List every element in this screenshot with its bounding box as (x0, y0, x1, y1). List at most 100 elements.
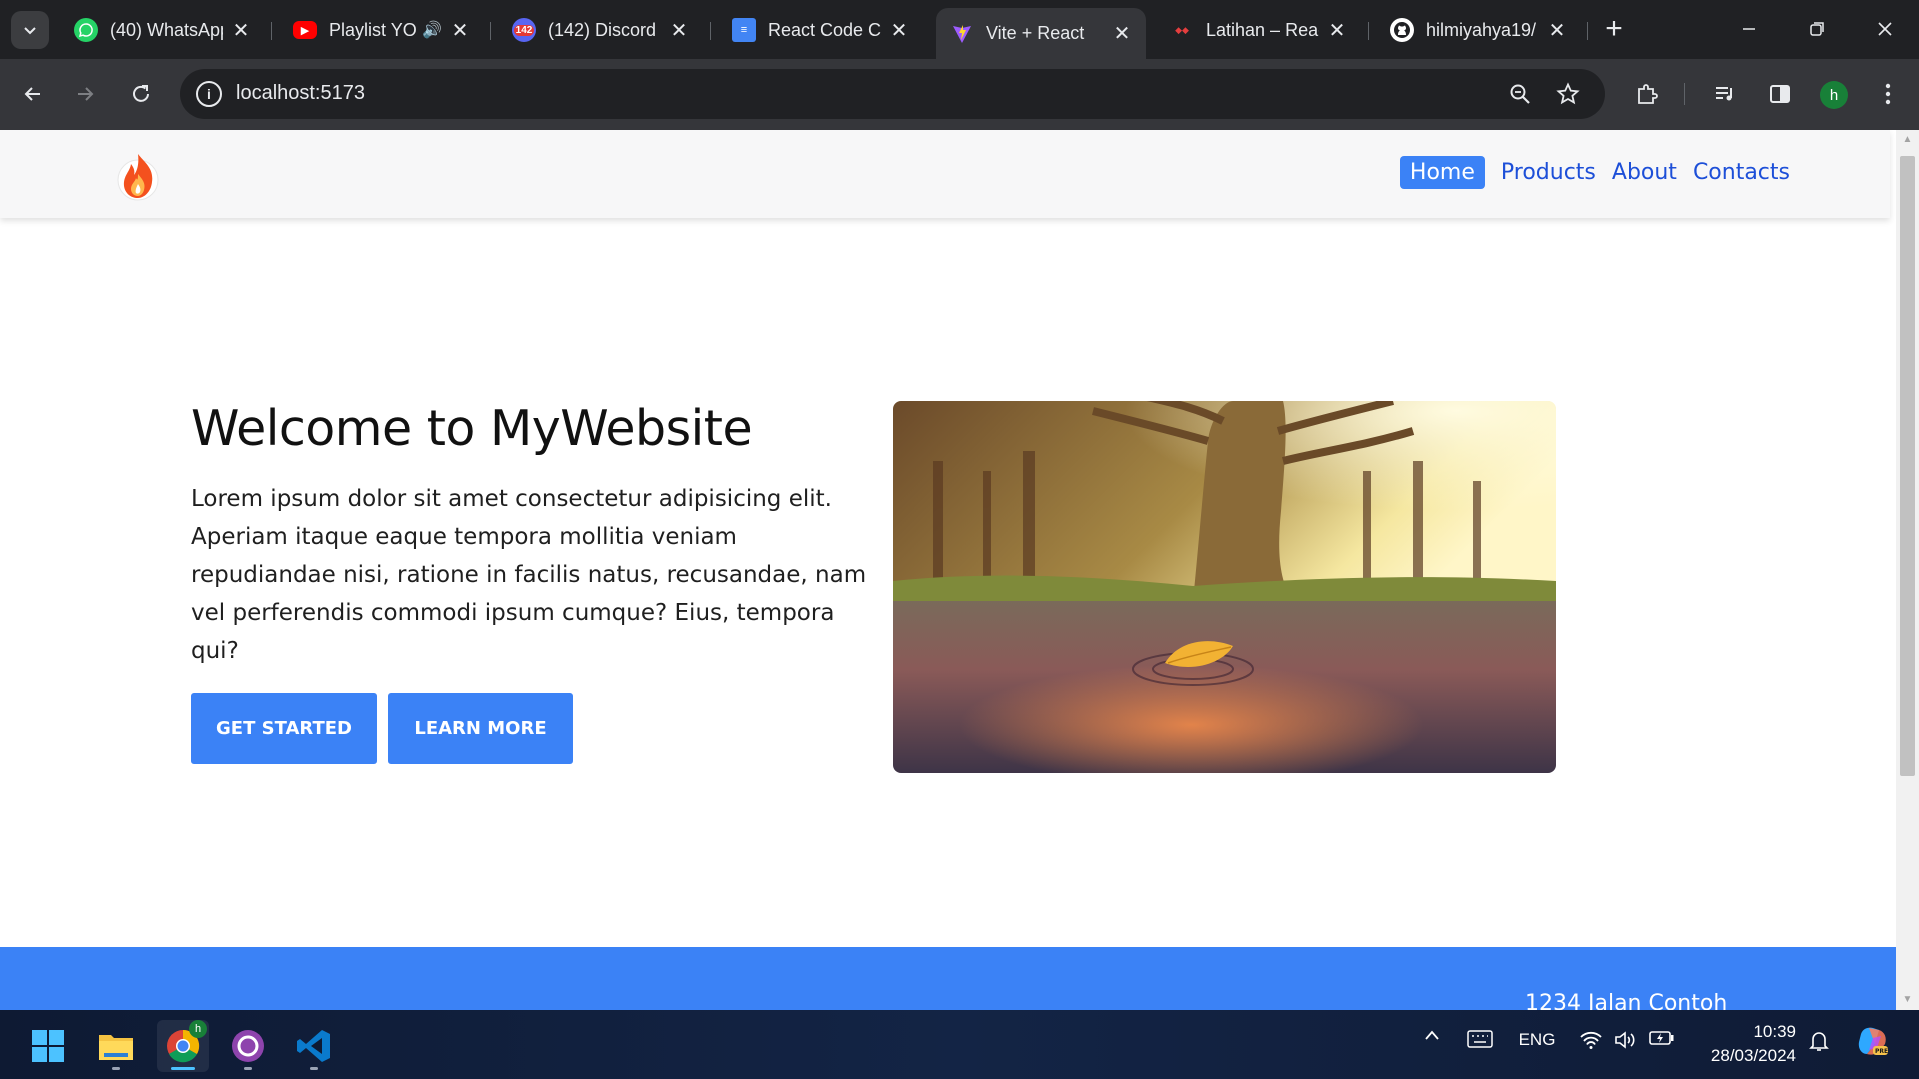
learn-more-button[interactable]: LEARN MORE (388, 693, 573, 764)
chevron-down-icon (24, 27, 36, 35)
tab-react-code[interactable]: ≡ React Code C ✕ (718, 10, 923, 50)
scrollbar-thumb[interactable] (1900, 156, 1915, 776)
side-panel-icon[interactable] (1761, 75, 1799, 113)
reload-button[interactable] (122, 75, 160, 113)
keyboard-icon[interactable] (1466, 1030, 1494, 1048)
site-favicon-icon: ◆◆ (1175, 24, 1189, 35)
volume-icon[interactable] (1612, 1030, 1638, 1050)
tab-title: (40) WhatsApp (110, 19, 223, 40)
hero-image-forest-pond (893, 401, 1556, 773)
extensions-icon[interactable] (1628, 75, 1666, 113)
running-indicator (310, 1067, 318, 1070)
nav-link-about[interactable]: About (1612, 156, 1677, 189)
tab-latihan-react[interactable]: ◆◆ Latihan – Reac ✕ (1156, 10, 1361, 50)
get-started-button[interactable]: GET STARTED (191, 693, 377, 764)
url-text[interactable]: localhost:5173 (236, 82, 365, 105)
tab-close-icon[interactable]: ✕ (1112, 21, 1132, 46)
minimize-icon (1743, 28, 1755, 30)
windows-taskbar: h ENG 10:39 28/03/2024 PRE (0, 1010, 1919, 1079)
tab-close-icon[interactable]: ✕ (450, 18, 470, 43)
youtube-icon: ▶ (293, 21, 317, 39)
tab-close-icon[interactable]: ✕ (1547, 18, 1567, 43)
taskbar-vscode[interactable] (288, 1020, 340, 1072)
windows-logo-icon (32, 1030, 64, 1062)
nav-link-contacts[interactable]: Contacts (1693, 156, 1790, 189)
tab-title: Latihan – Reac (1206, 19, 1319, 40)
close-icon (1878, 22, 1892, 36)
tab-divider (710, 22, 711, 40)
site-info-icon[interactable]: i (196, 81, 222, 107)
tab-divider (1368, 22, 1369, 40)
language-indicator[interactable]: ENG (1514, 1030, 1560, 1050)
scroll-down-arrow-icon[interactable]: ▼ (1896, 990, 1919, 1010)
folder-icon (99, 1035, 133, 1060)
page-viewport: Home Products About Contacts Welcome to … (0, 130, 1896, 1010)
system-clock[interactable]: 10:39 28/03/2024 (1700, 1020, 1796, 1068)
taskbar-chrome[interactable]: h (157, 1020, 209, 1072)
show-hidden-icons[interactable] (1420, 1030, 1444, 1040)
clock-time: 10:39 (1753, 1022, 1796, 1041)
tab-title: React Code C (768, 19, 881, 40)
tab-close-icon[interactable]: ✕ (1327, 18, 1347, 43)
running-indicator (244, 1067, 252, 1070)
hero-title: Welcome to MyWebsite (191, 400, 753, 457)
flame-logo-icon[interactable] (114, 148, 162, 202)
battery-charging-icon[interactable] (1648, 1030, 1676, 1046)
notifications-bell-icon[interactable] (1806, 1030, 1832, 1052)
github-desktop-icon (232, 1030, 264, 1062)
whatsapp-icon (74, 18, 98, 42)
windows-start-button[interactable] (22, 1020, 74, 1072)
chevron-up-icon (1425, 1030, 1439, 1040)
active-indicator (171, 1067, 195, 1070)
back-button[interactable] (14, 75, 52, 113)
nav-link-home[interactable]: Home (1399, 156, 1485, 189)
clock-date: 28/03/2024 (1710, 1046, 1796, 1065)
tab-close-icon[interactable]: ✕ (231, 18, 251, 43)
nav-links: Home Products About Contacts (1399, 156, 1790, 189)
new-tab-button[interactable]: + (1597, 12, 1631, 46)
nav-link-products[interactable]: Products (1501, 156, 1596, 189)
footer-address: 1234 Jalan Contoh (1525, 991, 1728, 1010)
toolbar-divider (1684, 83, 1685, 105)
discord-icon: 142 (512, 18, 536, 42)
page-scrollbar[interactable]: ▲ ▼ (1896, 130, 1919, 1010)
browser-toolbar: i localhost:5173 h (0, 59, 1919, 130)
wifi-icon[interactable] (1578, 1030, 1604, 1050)
scroll-up-arrow-icon[interactable]: ▲ (1896, 130, 1919, 150)
more-menu-icon[interactable] (1869, 75, 1907, 113)
address-bar[interactable]: i localhost:5173 (180, 69, 1605, 119)
hero-description: Lorem ipsum dolor sit amet consectetur a… (191, 486, 867, 664)
tab-discord[interactable]: 142 (142) Discord | ✕ (498, 10, 703, 50)
speaker-icon[interactable]: 🔊 (422, 20, 442, 40)
tab-title: hilmiyahya19/ (1426, 19, 1537, 40)
tab-search-button[interactable] (11, 11, 49, 49)
running-indicator (112, 1067, 120, 1070)
reload-icon (133, 85, 149, 102)
tab-vite-react[interactable]: Vite + React ✕ (936, 8, 1146, 59)
tab-title: Playlist YO (329, 19, 417, 40)
arrow-left-icon (24, 87, 40, 101)
copilot-icon[interactable]: PRE (1854, 1024, 1890, 1058)
zoom-icon[interactable] (1505, 79, 1535, 109)
minimize-button[interactable] (1726, 10, 1772, 48)
forward-button[interactable] (66, 75, 104, 113)
close-window-button[interactable] (1862, 10, 1908, 48)
vscode-icon (297, 1030, 330, 1062)
restore-button[interactable] (1794, 10, 1840, 48)
google-docs-icon: ≡ (732, 18, 756, 42)
tab-title: (142) Discord | (548, 19, 661, 40)
tab-youtube-playlist[interactable]: ▶ Playlist YO 🔊 ✕ (279, 10, 484, 50)
media-queue-icon[interactable] (1706, 75, 1744, 113)
taskbar-file-explorer[interactable] (90, 1020, 142, 1072)
github-icon (1390, 18, 1414, 42)
bookmark-star-icon[interactable] (1553, 79, 1583, 109)
profile-avatar[interactable]: h (1820, 81, 1848, 109)
taskbar-github-desktop[interactable] (222, 1020, 274, 1072)
tab-close-icon[interactable]: ✕ (669, 18, 689, 43)
tab-close-icon[interactable]: ✕ (889, 18, 909, 43)
tab-github[interactable]: hilmiyahya19/ ✕ (1376, 10, 1581, 50)
tab-divider (1587, 22, 1588, 40)
vite-icon (950, 22, 974, 46)
tab-whatsapp[interactable]: (40) WhatsApp ✕ (60, 10, 265, 50)
tab-divider (490, 22, 491, 40)
